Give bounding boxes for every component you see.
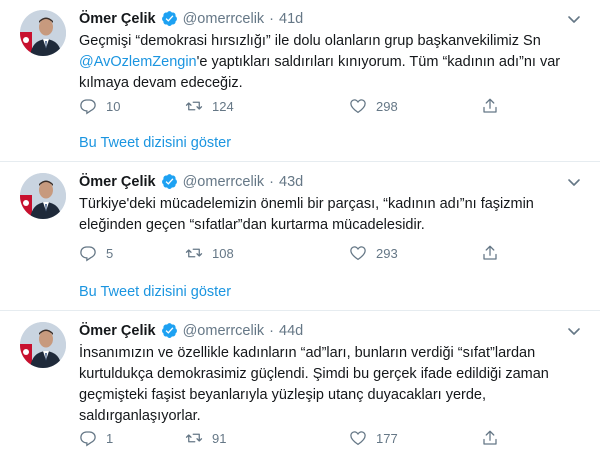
author-handle[interactable]: @omerrcelik [183, 11, 265, 27]
like-count: 177 [376, 430, 398, 446]
reply-icon [80, 431, 96, 447]
chevron-down-icon[interactable] [566, 11, 582, 27]
show-thread-link[interactable]: Bu Tweet dizisini göster [79, 135, 231, 151]
reply-count: 5 [106, 245, 114, 261]
reply-icon [80, 246, 96, 262]
tweet-header: Ömer Çelik @omerrcelik · 44d [79, 322, 303, 339]
tweet-1[interactable]: Ömer Çelik @omerrcelik · 41d Geçmişi “de… [0, 0, 600, 162]
like-button[interactable]: 177 [349, 429, 398, 447]
reply-count: 1 [106, 430, 114, 446]
share-button[interactable] [481, 97, 499, 115]
tweet-3[interactable]: Ömer Çelik @omerrcelik · 44d İnsanımızın… [0, 312, 600, 467]
separator-dot: · [269, 322, 275, 339]
author-handle[interactable]: @omerrcelik [183, 323, 265, 339]
reply-button[interactable]: 10 [79, 97, 120, 115]
verified-badge-icon [161, 323, 177, 338]
tweet-timeline: Ömer Çelik @omerrcelik · 41d Geçmişi “de… [0, 0, 600, 467]
share-button[interactable] [481, 429, 499, 447]
tweet-actions: 10 124 298 [79, 95, 509, 117]
retweet-count: 124 [212, 98, 234, 114]
tweet-actions: 5 108 293 [79, 242, 509, 264]
avatar[interactable] [20, 322, 66, 368]
retweet-icon [185, 433, 203, 443]
avatar[interactable] [20, 173, 66, 219]
tweet-text-part: Geçmişi “demokrasi hırsızlığı” ile dolu … [79, 33, 541, 49]
tweet-text: Geçmişi “demokrasi hırsızlığı” ile dolu … [79, 31, 584, 94]
tweet-text: İnsanımızın ve özellikle kadınların “ad”… [79, 345, 549, 424]
heart-icon [350, 246, 366, 261]
reply-button[interactable]: 5 [79, 244, 113, 262]
retweet-button[interactable]: 108 [185, 244, 234, 262]
author-name[interactable]: Ömer Çelik [79, 174, 156, 190]
reply-button[interactable]: 1 [79, 429, 113, 447]
like-button[interactable]: 293 [349, 244, 398, 262]
tweet-time[interactable]: 41d [279, 11, 303, 27]
reply-count: 10 [106, 98, 121, 114]
tweet-text: Türkiye'deki mücadelemizin önemli bir pa… [79, 196, 534, 233]
like-button[interactable]: 298 [349, 97, 398, 115]
heart-icon [350, 99, 366, 114]
share-icon [483, 245, 497, 260]
tweet-actions: 1 91 177 [79, 427, 509, 449]
retweet-count: 108 [212, 245, 234, 261]
author-name[interactable]: Ömer Çelik [79, 11, 156, 27]
verified-badge-icon [161, 174, 177, 189]
like-count: 298 [376, 98, 398, 114]
tweet-time[interactable]: 43d [279, 174, 303, 190]
retweet-icon [185, 248, 203, 258]
chevron-down-icon[interactable] [566, 323, 582, 339]
tweet-time[interactable]: 44d [279, 323, 303, 339]
chevron-down-icon[interactable] [566, 174, 582, 190]
retweet-button[interactable]: 91 [185, 429, 226, 447]
share-icon [483, 430, 497, 445]
retweet-count: 91 [212, 430, 227, 446]
separator-dot: · [269, 173, 275, 190]
avatar[interactable] [20, 10, 66, 56]
show-thread-link[interactable]: Bu Tweet dizisini göster [79, 284, 231, 300]
mention-link[interactable]: @AvOzlemZengin [79, 54, 197, 70]
share-button[interactable] [481, 244, 499, 262]
tweet-header: Ömer Çelik @omerrcelik · 41d [79, 10, 303, 27]
share-icon [483, 98, 497, 113]
heart-icon [350, 431, 366, 446]
author-name[interactable]: Ömer Çelik [79, 323, 156, 339]
tweet-2[interactable]: Ömer Çelik @omerrcelik · 43d Türkiye'dek… [0, 163, 600, 311]
tweet-header: Ömer Çelik @omerrcelik · 43d [79, 173, 303, 190]
retweet-button[interactable]: 124 [185, 97, 234, 115]
reply-icon [80, 99, 96, 115]
like-count: 293 [376, 245, 398, 261]
retweet-icon [185, 101, 203, 111]
verified-badge-icon [161, 11, 177, 26]
separator-dot: · [269, 10, 275, 27]
author-handle[interactable]: @omerrcelik [183, 174, 265, 190]
